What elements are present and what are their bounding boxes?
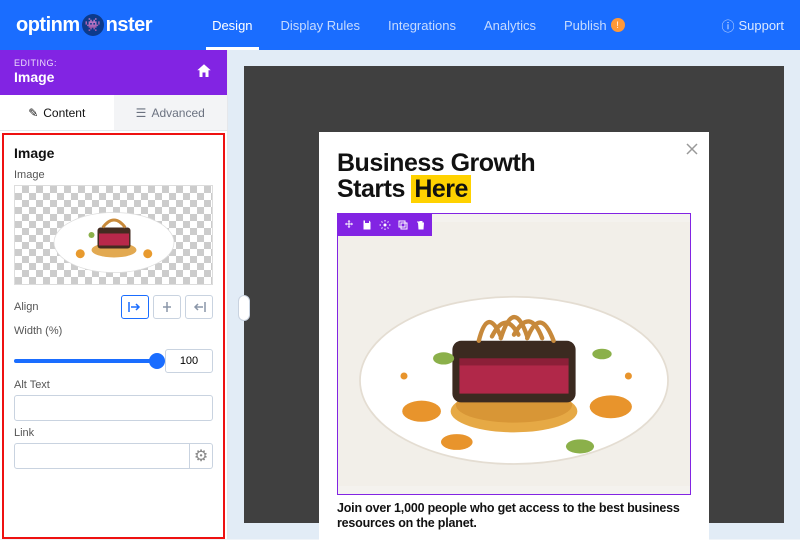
close-icon[interactable]	[685, 142, 699, 161]
nav-tab-integrations[interactable]: Integrations	[388, 0, 456, 50]
image-field-label: Image	[14, 169, 213, 181]
save-tool[interactable]	[358, 217, 376, 233]
popup-image	[338, 214, 690, 494]
slider-knob[interactable]	[149, 353, 165, 369]
sidebar: EDITING: Image ✎ Content ☰ Advanced Imag…	[0, 50, 228, 539]
align-left-icon	[128, 301, 142, 313]
popup-headline[interactable]: Business Growth Starts Here	[337, 150, 691, 203]
link-label: Link	[14, 427, 213, 439]
image-block-selected[interactable]	[337, 213, 691, 495]
popup-preview[interactable]: Business Growth Starts Here	[319, 132, 709, 540]
link-settings-button[interactable]: ⚙	[190, 443, 213, 469]
settings-tool[interactable]	[376, 217, 394, 233]
nav-tabs: Design Display Rules Integrations Analyt…	[212, 0, 625, 50]
settings-panel: Image Image Align	[2, 133, 225, 539]
canvas-area: Business Growth Starts Here	[228, 50, 800, 539]
sidebar-subtabs: ✎ Content ☰ Advanced	[0, 95, 227, 131]
alt-text-label: Alt Text	[14, 379, 213, 391]
top-bar: optinm👾nster Design Display Rules Integr…	[0, 0, 800, 50]
image-thumbnail[interactable]	[14, 185, 213, 285]
headline-highlight: Here	[411, 175, 471, 203]
logo: optinm👾nster	[16, 14, 152, 37]
nav-tab-publish[interactable]: Publish !	[564, 0, 625, 50]
align-right-icon	[192, 301, 206, 313]
align-center-button[interactable]	[153, 295, 181, 319]
nav-tab-analytics[interactable]: Analytics	[484, 0, 536, 50]
nav-tab-display-rules[interactable]: Display Rules	[281, 0, 360, 50]
align-label: Align	[14, 301, 38, 313]
editing-value: Image	[14, 69, 57, 85]
editing-header: EDITING: Image	[0, 50, 227, 95]
align-button-group	[121, 295, 213, 319]
subtab-content[interactable]: ✎ Content	[0, 95, 114, 130]
nav-tab-design[interactable]: Design	[212, 0, 252, 50]
width-slider[interactable]	[14, 359, 157, 363]
align-right-button[interactable]	[185, 295, 213, 319]
publish-badge-icon: !	[611, 18, 625, 32]
pencil-icon: ✎	[28, 106, 38, 120]
home-icon[interactable]	[195, 62, 213, 80]
link-input[interactable]	[14, 443, 190, 469]
help-icon: ⓘ	[721, 16, 734, 35]
width-input[interactable]	[165, 349, 213, 373]
alt-text-input[interactable]	[14, 395, 213, 421]
sliders-icon: ☰	[136, 106, 147, 120]
align-center-icon	[160, 301, 174, 313]
sidebar-collapse-handle[interactable]	[238, 295, 250, 321]
popup-caption[interactable]: Join over 1,000 people who get access to…	[337, 501, 691, 532]
element-toolbar	[338, 214, 432, 236]
editing-label: EDITING:	[14, 58, 57, 68]
dish-thumbnail-icon	[39, 190, 189, 280]
move-tool[interactable]	[340, 217, 358, 233]
logo-monster-icon: 👾	[82, 14, 104, 36]
align-left-button[interactable]	[121, 295, 149, 319]
gear-icon: ⚙	[194, 446, 208, 466]
subtab-advanced[interactable]: ☰ Advanced	[114, 95, 228, 130]
width-label: Width (%)	[14, 325, 213, 337]
support-link[interactable]: ⓘ Support	[721, 16, 784, 35]
panel-title: Image	[14, 145, 213, 161]
duplicate-tool[interactable]	[394, 217, 412, 233]
delete-tool[interactable]	[412, 217, 430, 233]
editor-stage[interactable]: Business Growth Starts Here	[244, 66, 784, 523]
